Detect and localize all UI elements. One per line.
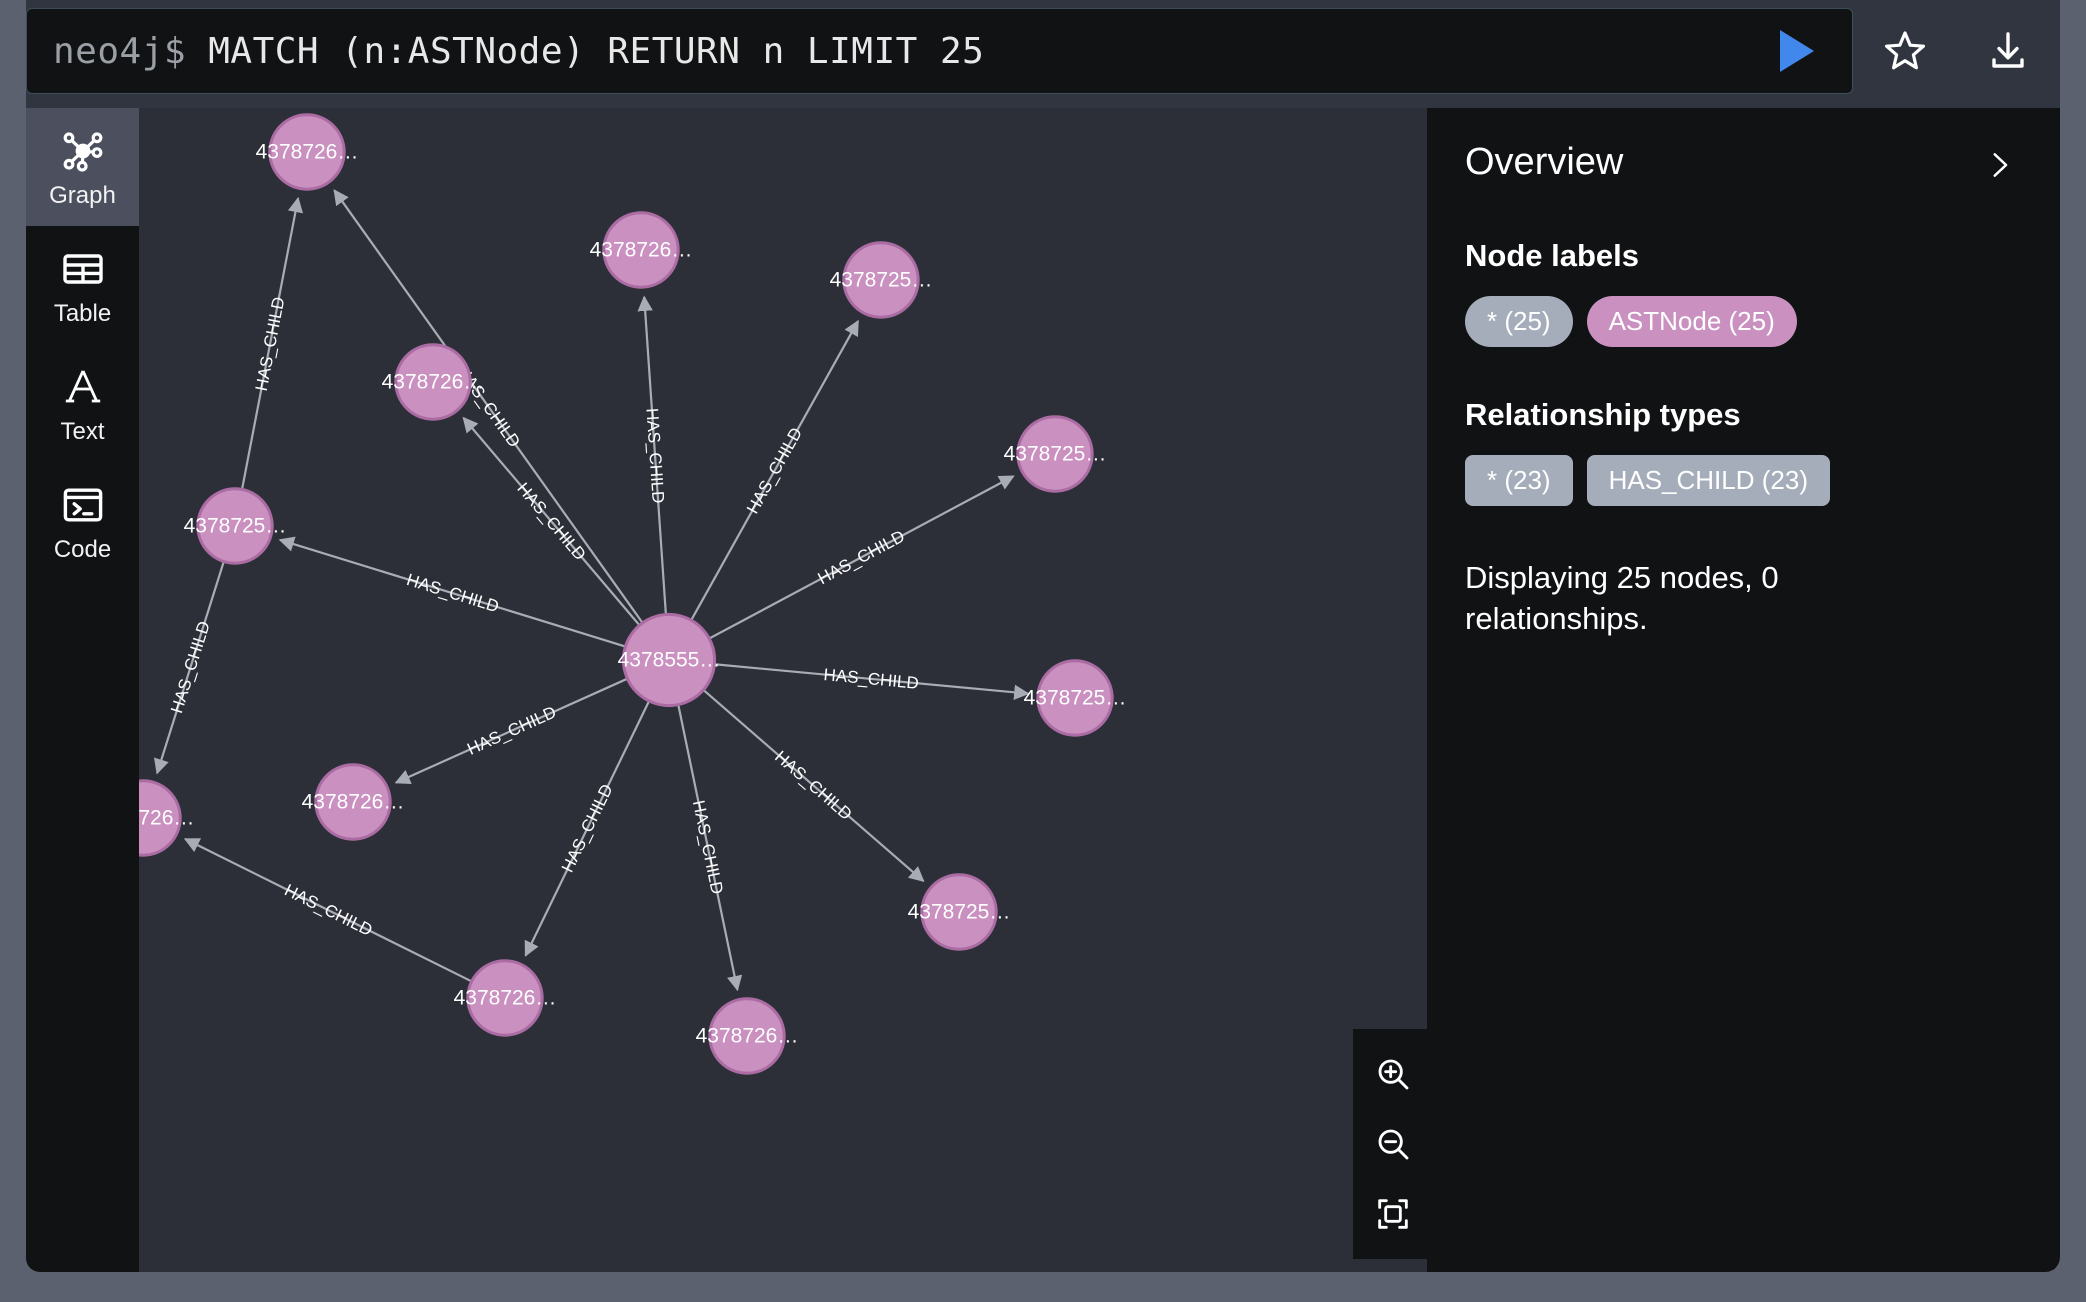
relationship-edge[interactable] <box>677 704 743 992</box>
fit-to-screen-icon <box>1378 1199 1408 1229</box>
graph-canvas[interactable]: HAS_CHILD HAS_CHILD HAS_CHILD HAS_CHILD HAS_… <box>139 108 2060 1272</box>
relationship-edge[interactable] <box>394 677 628 784</box>
graph-node-circle[interactable] <box>394 343 472 421</box>
graph-node-circle[interactable] <box>842 241 920 319</box>
graph-node-circle[interactable] <box>708 997 786 1075</box>
graph-node-circle[interactable] <box>920 873 998 951</box>
sidebar-item-table[interactable]: Table <box>26 226 139 344</box>
relationship-edge[interactable] <box>462 416 641 626</box>
sidebar-item-code-label: Code <box>53 535 112 563</box>
download-icon <box>1991 32 2024 68</box>
query-text[interactable]: neo4j$ MATCH (n:ASTNode) RETURN n LIMIT … <box>27 31 1742 72</box>
graph-node-circle[interactable] <box>1016 415 1094 493</box>
query-prompt: neo4j$ <box>53 30 187 72</box>
graph-node-circle[interactable] <box>268 113 346 191</box>
graph-node[interactable]: 4378725… <box>184 487 287 565</box>
graph-node[interactable]: 4378725… <box>830 241 933 319</box>
relationship-types-heading: Relationship types <box>1465 397 1741 433</box>
relationship-edge[interactable] <box>278 536 626 648</box>
node-labels-heading: Node labels <box>1465 238 1639 273</box>
relationship-edge[interactable] <box>240 196 304 490</box>
neo4j-browser-frame: neo4j$ MATCH (n:ASTNode) RETURN n LIMIT … <box>26 0 2060 1272</box>
table-icon <box>62 253 103 284</box>
zoom-out-button[interactable] <box>1363 1113 1423 1175</box>
sidebar-item-graph-label: Graph <box>49 181 116 209</box>
page-title: Overview <box>1465 141 1624 183</box>
relationship-edge[interactable] <box>637 295 667 615</box>
relationship-pill-all[interactable]: * (23) <box>1465 455 1573 507</box>
relationship-edge[interactable] <box>333 189 644 624</box>
relationship-types-list: * (23) HAS_CHILD (23) <box>1465 455 2022 507</box>
zoom-out-icon <box>1378 1129 1409 1160</box>
node-label-pill-all[interactable]: * (25) <box>1465 296 1573 348</box>
view-mode-sidebar: Graph Table Text Code <box>26 108 139 1272</box>
star-icon <box>1884 31 1925 70</box>
play-icon <box>1780 30 1814 72</box>
graph-node-circle[interactable] <box>314 763 392 841</box>
query-bar-actions <box>1853 8 2060 94</box>
graph-node[interactable]: 4378725… <box>908 873 1011 951</box>
sidebar-item-text[interactable]: Text <box>26 344 139 462</box>
relationship-edge[interactable] <box>524 700 651 957</box>
status-text: Displaying 25 nodes, 0 relationships. <box>1465 560 1779 637</box>
graph-node[interactable]: 4378725… <box>1024 659 1127 737</box>
sidebar-item-graph[interactable]: Graph <box>26 108 139 226</box>
zoom-in-button[interactable] <box>1363 1043 1423 1105</box>
sidebar-item-table-label: Table <box>53 299 112 327</box>
graph-node[interactable]: 4378726… <box>696 997 799 1075</box>
graph-node[interactable]: 4378725… <box>1004 415 1107 493</box>
graph-node[interactable]: 4378726… <box>139 779 194 857</box>
overview-panel: Overview Node labels * (25) ASTNode (25)… <box>1427 108 2060 1272</box>
graph-node[interactable]: 4378726… <box>382 343 485 421</box>
overview-header: Overview <box>1465 141 2022 188</box>
graph-node[interactable]: 4378726… <box>256 113 359 191</box>
code-icon <box>63 487 102 522</box>
query-editor[interactable]: neo4j$ MATCH (n:ASTNode) RETURN n LIMIT … <box>26 8 1853 94</box>
graph-node-circle[interactable] <box>1036 659 1114 737</box>
run-query-button[interactable] <box>1742 8 1852 94</box>
graph-node-circle[interactable] <box>466 959 544 1037</box>
graph-node-circle[interactable] <box>602 211 680 289</box>
graph-node[interactable]: 4378726… <box>590 211 693 289</box>
favorite-button[interactable] <box>1853 8 1956 94</box>
graph-node-circle[interactable] <box>621 612 717 708</box>
relationship-edge[interactable] <box>154 561 225 775</box>
zoom-in-icon <box>1378 1059 1409 1090</box>
download-button[interactable] <box>1956 8 2059 94</box>
fit-to-screen-button[interactable] <box>1363 1183 1423 1245</box>
relationship-edge[interactable] <box>714 663 1030 700</box>
relationship-edge[interactable] <box>690 319 859 621</box>
node-label-pill-astnode[interactable]: ASTNode (25) <box>1586 296 1797 348</box>
graph-node-circle[interactable] <box>196 487 274 565</box>
relationship-edge[interactable] <box>702 689 925 883</box>
node-labels-list: * (25) ASTNode (25) <box>1465 296 2022 348</box>
collapse-panel-button[interactable] <box>1976 142 2022 188</box>
relationship-edge[interactable] <box>183 838 473 983</box>
chevron-right-icon <box>1993 153 2008 177</box>
sidebar-item-text-label: Text <box>60 417 105 445</box>
sidebar-item-code[interactable]: Code <box>26 462 139 580</box>
text-icon <box>65 369 100 402</box>
query-statement: MATCH (n:ASTNode) RETURN n LIMIT 25 <box>208 30 985 72</box>
graph-node-circle[interactable] <box>139 779 182 857</box>
relationship-pill-has-child[interactable]: HAS_CHILD (23) <box>1586 455 1830 507</box>
graph-icon <box>63 131 102 172</box>
relationship-edge[interactable] <box>708 475 1015 640</box>
zoom-controls <box>1353 1029 1433 1259</box>
graph-node[interactable]: 4378726… <box>302 763 405 841</box>
graph-node[interactable]: 4378726… <box>454 959 557 1037</box>
